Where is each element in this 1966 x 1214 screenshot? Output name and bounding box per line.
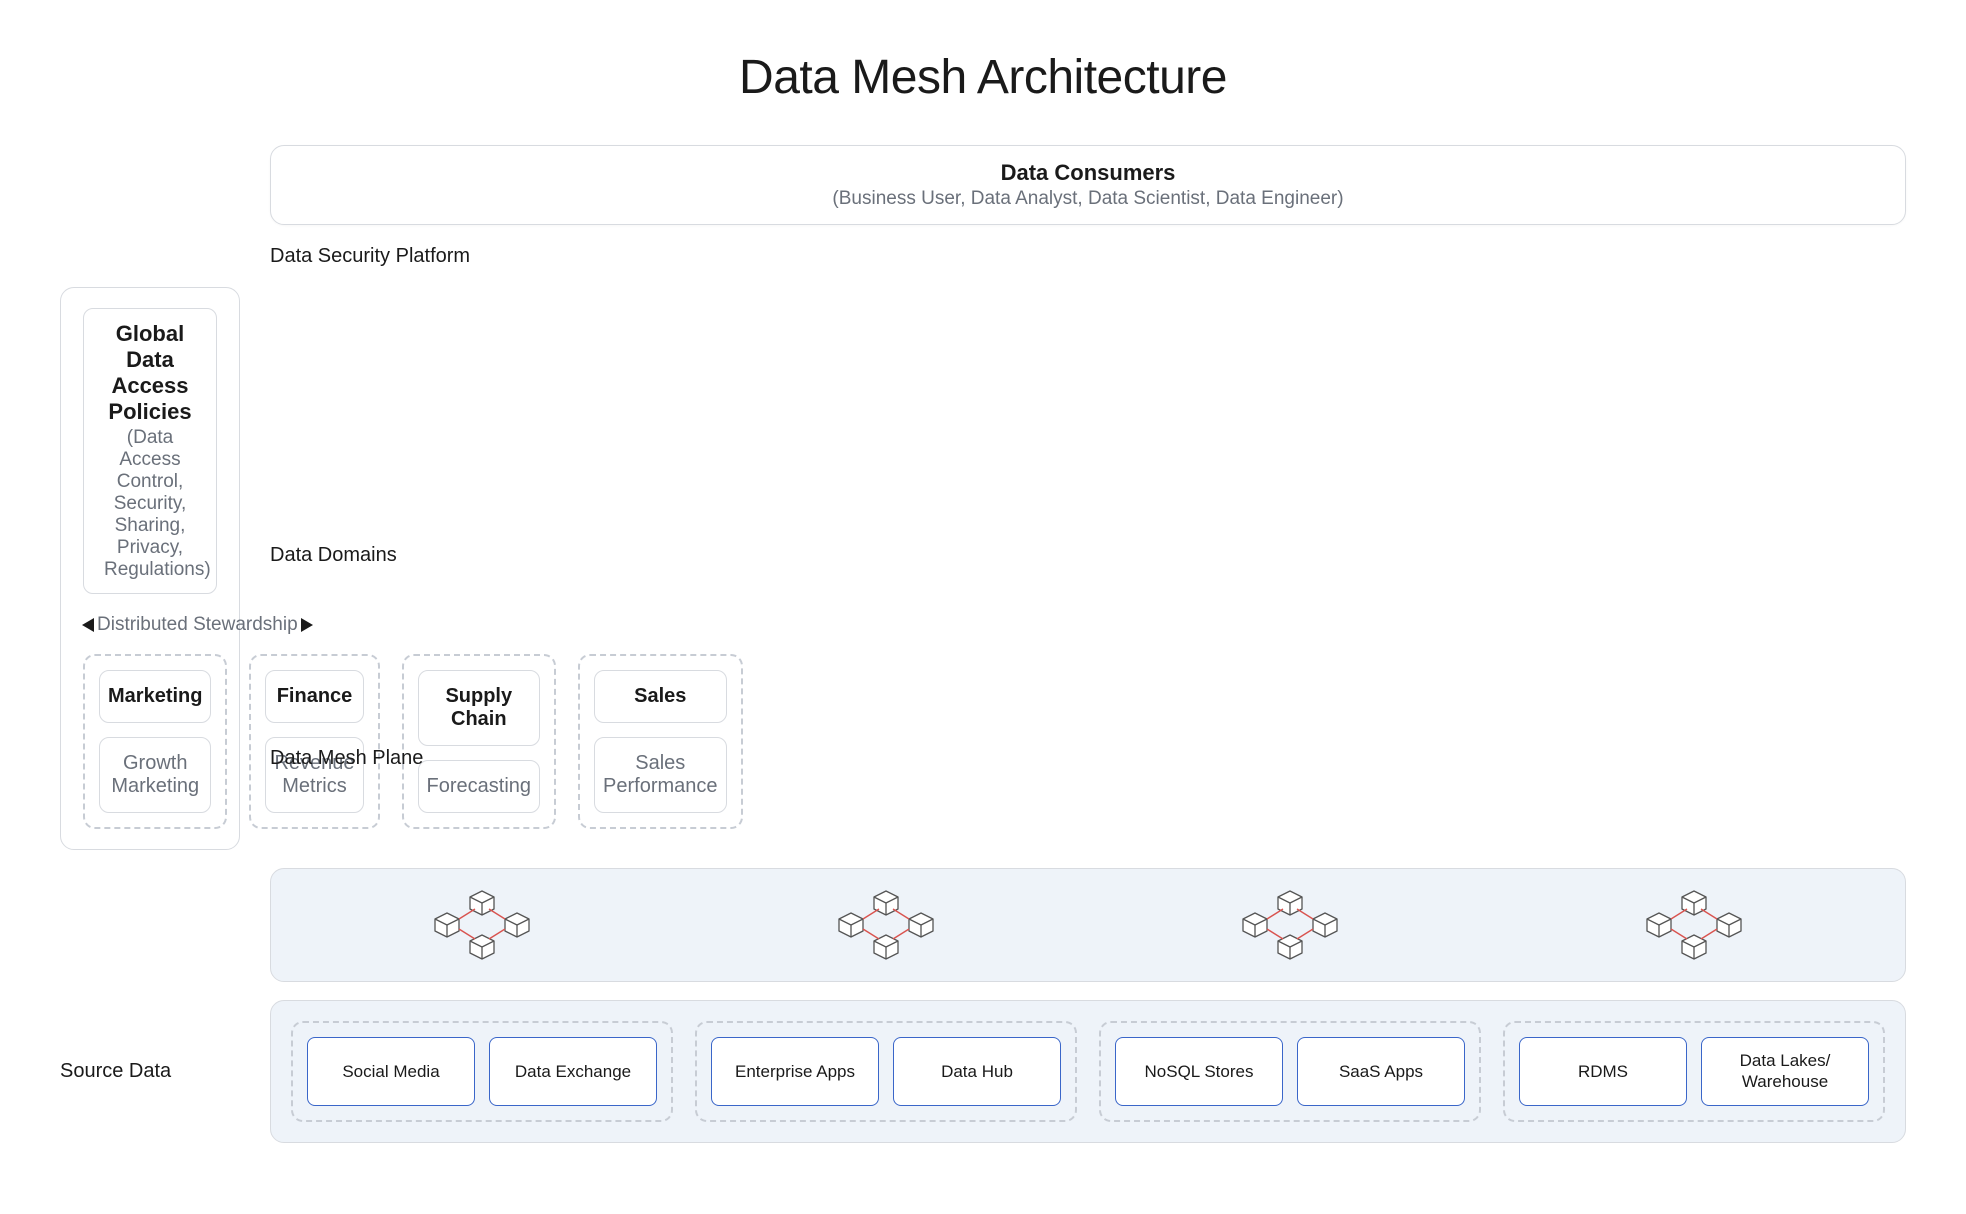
source-box: Enterprise Apps <box>711 1037 879 1106</box>
data-consumers-title: Data Consumers <box>291 160 1885 186</box>
domain-col-marketing: Marketing Growth Marketing <box>83 654 227 829</box>
source-col-sales: RDMS Data Lakes/ Warehouse <box>1503 1021 1885 1122</box>
global-policies-title: Global Data Access Policies <box>104 321 196 425</box>
row-label-mesh-plane: Data Mesh Plane <box>270 745 1906 771</box>
domain-detail: Growth Marketing <box>99 737 211 813</box>
domain-name: Finance <box>265 670 363 723</box>
data-domains-grid: Marketing Growth Marketing Finance Reven… <box>83 654 217 829</box>
global-policies-panel: Global Data Access Policies (Data Access… <box>83 308 217 594</box>
source-box: Data Lakes/ Warehouse <box>1701 1037 1869 1106</box>
domain-name: Sales <box>594 670 726 723</box>
source-data-panel: Social Media Data Exchange Enterprise Ap… <box>270 1000 1906 1143</box>
mesh-cubes-icon <box>831 889 941 961</box>
diagram-body: Data Consumers (Business User, Data Anal… <box>60 145 1906 1143</box>
mesh-cubes-icon <box>1235 889 1345 961</box>
row-label-source-data: Source Data <box>60 1058 240 1084</box>
domain-col-finance: Finance Revenue Metrics <box>249 654 379 829</box>
source-col-supply-chain: NoSQL Stores SaaS Apps <box>1099 1021 1481 1122</box>
source-box: RDMS <box>1519 1037 1687 1106</box>
mesh-cubes-icon <box>427 889 537 961</box>
row-label-security: Data Security Platform <box>270 243 1906 269</box>
domain-name: Marketing <box>99 670 211 723</box>
domain-col-sales: Sales Sales Performance <box>578 654 742 829</box>
data-consumers-subtitle: (Business User, Data Analyst, Data Scien… <box>291 188 1885 210</box>
diagram-title: Data Mesh Architecture <box>60 50 1906 105</box>
source-col-finance: Enterprise Apps Data Hub <box>695 1021 1077 1122</box>
data-mesh-plane-panel <box>270 868 1906 982</box>
mesh-cubes-icon <box>1639 889 1749 961</box>
source-box: SaaS Apps <box>1297 1037 1465 1106</box>
distributed-stewardship-arrow: Distributed Stewardship <box>83 614 217 636</box>
global-policies-subtitle: (Data Access Control, Security, Sharing,… <box>104 427 196 581</box>
security-and-domains-panel: Global Data Access Policies (Data Access… <box>60 287 240 850</box>
source-box: Data Exchange <box>489 1037 657 1106</box>
domain-name: Supply Chain <box>418 670 541 746</box>
source-col-marketing: Social Media Data Exchange <box>291 1021 673 1122</box>
data-consumers-panel: Data Consumers (Business User, Data Anal… <box>270 145 1906 225</box>
domain-col-supply-chain: Supply Chain Forecasting <box>402 654 557 829</box>
source-box: Social Media <box>307 1037 475 1106</box>
source-box: NoSQL Stores <box>1115 1037 1283 1106</box>
distributed-stewardship-label: Distributed Stewardship <box>97 614 298 636</box>
source-box: Data Hub <box>893 1037 1061 1106</box>
row-label-domains: Data Domains <box>270 542 1906 568</box>
